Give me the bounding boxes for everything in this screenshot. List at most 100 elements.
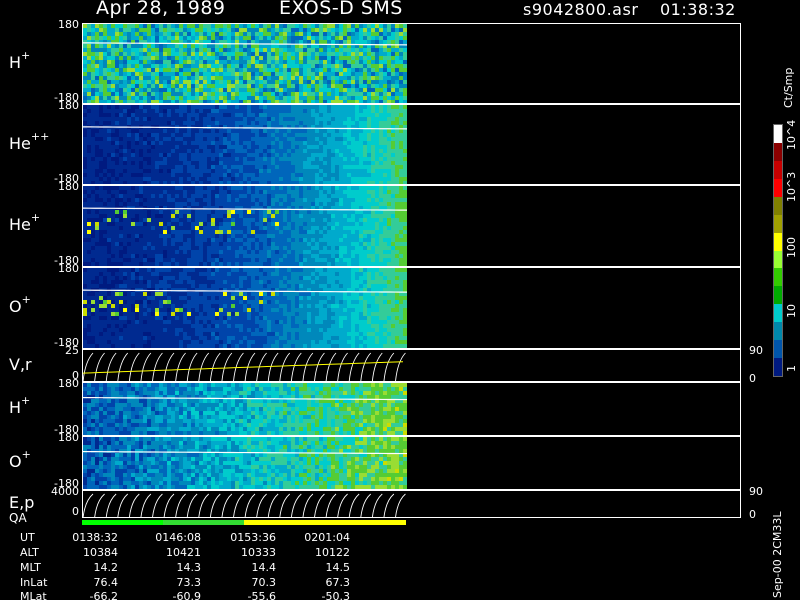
line-traces bbox=[83, 352, 406, 381]
color-scale-bar bbox=[773, 124, 783, 377]
color-scale-tick: 1 bbox=[785, 365, 798, 372]
qa-segment bbox=[163, 520, 244, 525]
y-tick-top: 180 bbox=[58, 18, 79, 31]
ephemeris-value: 14.5 bbox=[325, 561, 351, 574]
ephemeris-value: 10421 bbox=[166, 546, 201, 559]
species-name: H bbox=[9, 52, 22, 72]
color-scale-swatch bbox=[774, 125, 782, 144]
color-scale-swatch bbox=[774, 160, 782, 180]
panel-ep-line bbox=[82, 490, 741, 518]
species-label-h-plus-2: H+ bbox=[9, 394, 30, 417]
panel-plot-vr-line bbox=[83, 352, 406, 381]
ephemeris-value: 67.3 bbox=[325, 576, 351, 589]
color-scale-swatch bbox=[774, 250, 782, 269]
color-scale-swatch bbox=[774, 142, 782, 162]
panel-he-plus-pitch bbox=[82, 185, 741, 267]
color-scale-swatch bbox=[774, 340, 782, 359]
species-label-o-plus-pitch: O+ bbox=[9, 293, 31, 316]
y-tick-top: 180 bbox=[58, 262, 79, 275]
color-scale-tick: 10 bbox=[785, 304, 798, 318]
ephemeris-value: 70.3 bbox=[251, 576, 277, 589]
ephemeris-value: 0201:04 bbox=[304, 531, 350, 544]
footer-label: Sep-00 2CM33L bbox=[771, 511, 784, 599]
species-charge: ++ bbox=[30, 129, 50, 143]
color-scale-tick: 100 bbox=[785, 237, 798, 258]
y-tick-top: 180 bbox=[58, 99, 79, 112]
panel-h-plus-pitch bbox=[82, 23, 741, 104]
species-label-vr-line: V,r bbox=[9, 355, 32, 374]
species-label-h-plus-pitch: H+ bbox=[9, 49, 30, 72]
ephemeris-label: InLat bbox=[20, 576, 48, 589]
species-label-ep-line: E,p bbox=[9, 493, 34, 512]
ephemeris-value: 10333 bbox=[241, 546, 276, 559]
ephemeris-value: 14.2 bbox=[93, 561, 119, 574]
species-charge: + bbox=[21, 48, 31, 62]
panel-plot-he-plus-pitch bbox=[83, 186, 408, 266]
y-tick-top: 180 bbox=[58, 431, 79, 444]
ephemeris-value: -55.6 bbox=[247, 590, 276, 600]
spectrogram-cells bbox=[83, 268, 407, 348]
spectrogram-cells bbox=[83, 437, 407, 489]
spectrogram-cells bbox=[83, 105, 407, 184]
qa-segment bbox=[82, 520, 163, 525]
ephemeris-value: 0138:32 bbox=[72, 531, 118, 544]
y-tick-top: 180 bbox=[58, 377, 79, 390]
panel-plot-ep-line bbox=[83, 493, 406, 517]
right-tick-top: 90 bbox=[749, 485, 763, 498]
species-name: O bbox=[9, 297, 22, 316]
panel-plot-o-plus-pitch bbox=[83, 268, 408, 348]
panel-plot-he-plusplus-pitch bbox=[83, 105, 408, 184]
ephemeris-label: UT bbox=[20, 531, 35, 544]
right-tick-bottom: 0 bbox=[749, 372, 756, 385]
y-tick-top: 4000 bbox=[51, 485, 79, 498]
spectrogram-cells bbox=[83, 186, 407, 266]
species-name: O bbox=[9, 452, 22, 471]
panel-plot-h-plus-2 bbox=[83, 383, 408, 435]
species-name: E,p bbox=[9, 493, 35, 512]
color-scale-swatch bbox=[774, 196, 782, 216]
color-scale-swatch bbox=[774, 304, 782, 323]
exos-d-sms-plot: Apr 28, 1989 EXOS-D SMS s9042800.asr 01:… bbox=[0, 0, 800, 600]
qa-label: QA bbox=[9, 511, 27, 525]
ephemeris-label: ALT bbox=[20, 546, 39, 559]
ephemeris-value: 0153:36 bbox=[230, 531, 276, 544]
species-name: He bbox=[9, 215, 31, 234]
panel-o-plus-pitch bbox=[82, 267, 741, 349]
panel-h-plus-2 bbox=[82, 382, 741, 436]
species-charge: + bbox=[30, 211, 41, 224]
plot-time: 01:38:32 bbox=[660, 0, 736, 19]
y-tick-bottom: 0 bbox=[72, 505, 79, 518]
y-tick-top: 180 bbox=[58, 180, 79, 193]
panel-vr-line bbox=[82, 349, 741, 382]
ephemeris-value: 0146:08 bbox=[155, 531, 201, 544]
species-name: He bbox=[9, 133, 31, 153]
plot-file: s9042800.asr bbox=[523, 0, 639, 19]
right-tick-bottom: 0 bbox=[749, 508, 756, 521]
spectrogram-cells bbox=[83, 383, 407, 435]
line-traces bbox=[83, 493, 406, 517]
color-scale-swatch bbox=[774, 232, 782, 251]
qa-segment bbox=[325, 520, 406, 525]
species-label-o-plus-2: O+ bbox=[9, 448, 31, 471]
y-tick-top: 25 bbox=[65, 344, 79, 357]
ephemeris-value: -60.9 bbox=[172, 590, 201, 600]
color-scale-swatch bbox=[774, 286, 782, 305]
panel-plot-o-plus-2 bbox=[83, 437, 408, 489]
ephemeris-value: 73.3 bbox=[176, 576, 202, 589]
color-scale-swatch bbox=[774, 214, 782, 234]
ephemeris-value: 10122 bbox=[315, 546, 350, 559]
species-name: H bbox=[9, 398, 22, 417]
ephemeris-value: 76.4 bbox=[93, 576, 119, 589]
color-scale-swatch bbox=[774, 358, 782, 377]
species-charge: + bbox=[21, 394, 31, 407]
spectrogram-cells bbox=[83, 24, 407, 103]
plot-instrument: EXOS-D SMS bbox=[279, 0, 403, 19]
ephemeris-value: 14.4 bbox=[251, 561, 277, 574]
color-scale-swatch bbox=[774, 322, 782, 341]
color-scale-swatch bbox=[774, 178, 782, 198]
ephemeris-label: MLT bbox=[20, 561, 41, 574]
species-charge: + bbox=[21, 448, 31, 461]
panel-he-plusplus-pitch bbox=[82, 104, 741, 185]
color-scale-tick: 10^4 bbox=[785, 119, 798, 150]
ephemeris-value: -50.3 bbox=[321, 590, 350, 600]
